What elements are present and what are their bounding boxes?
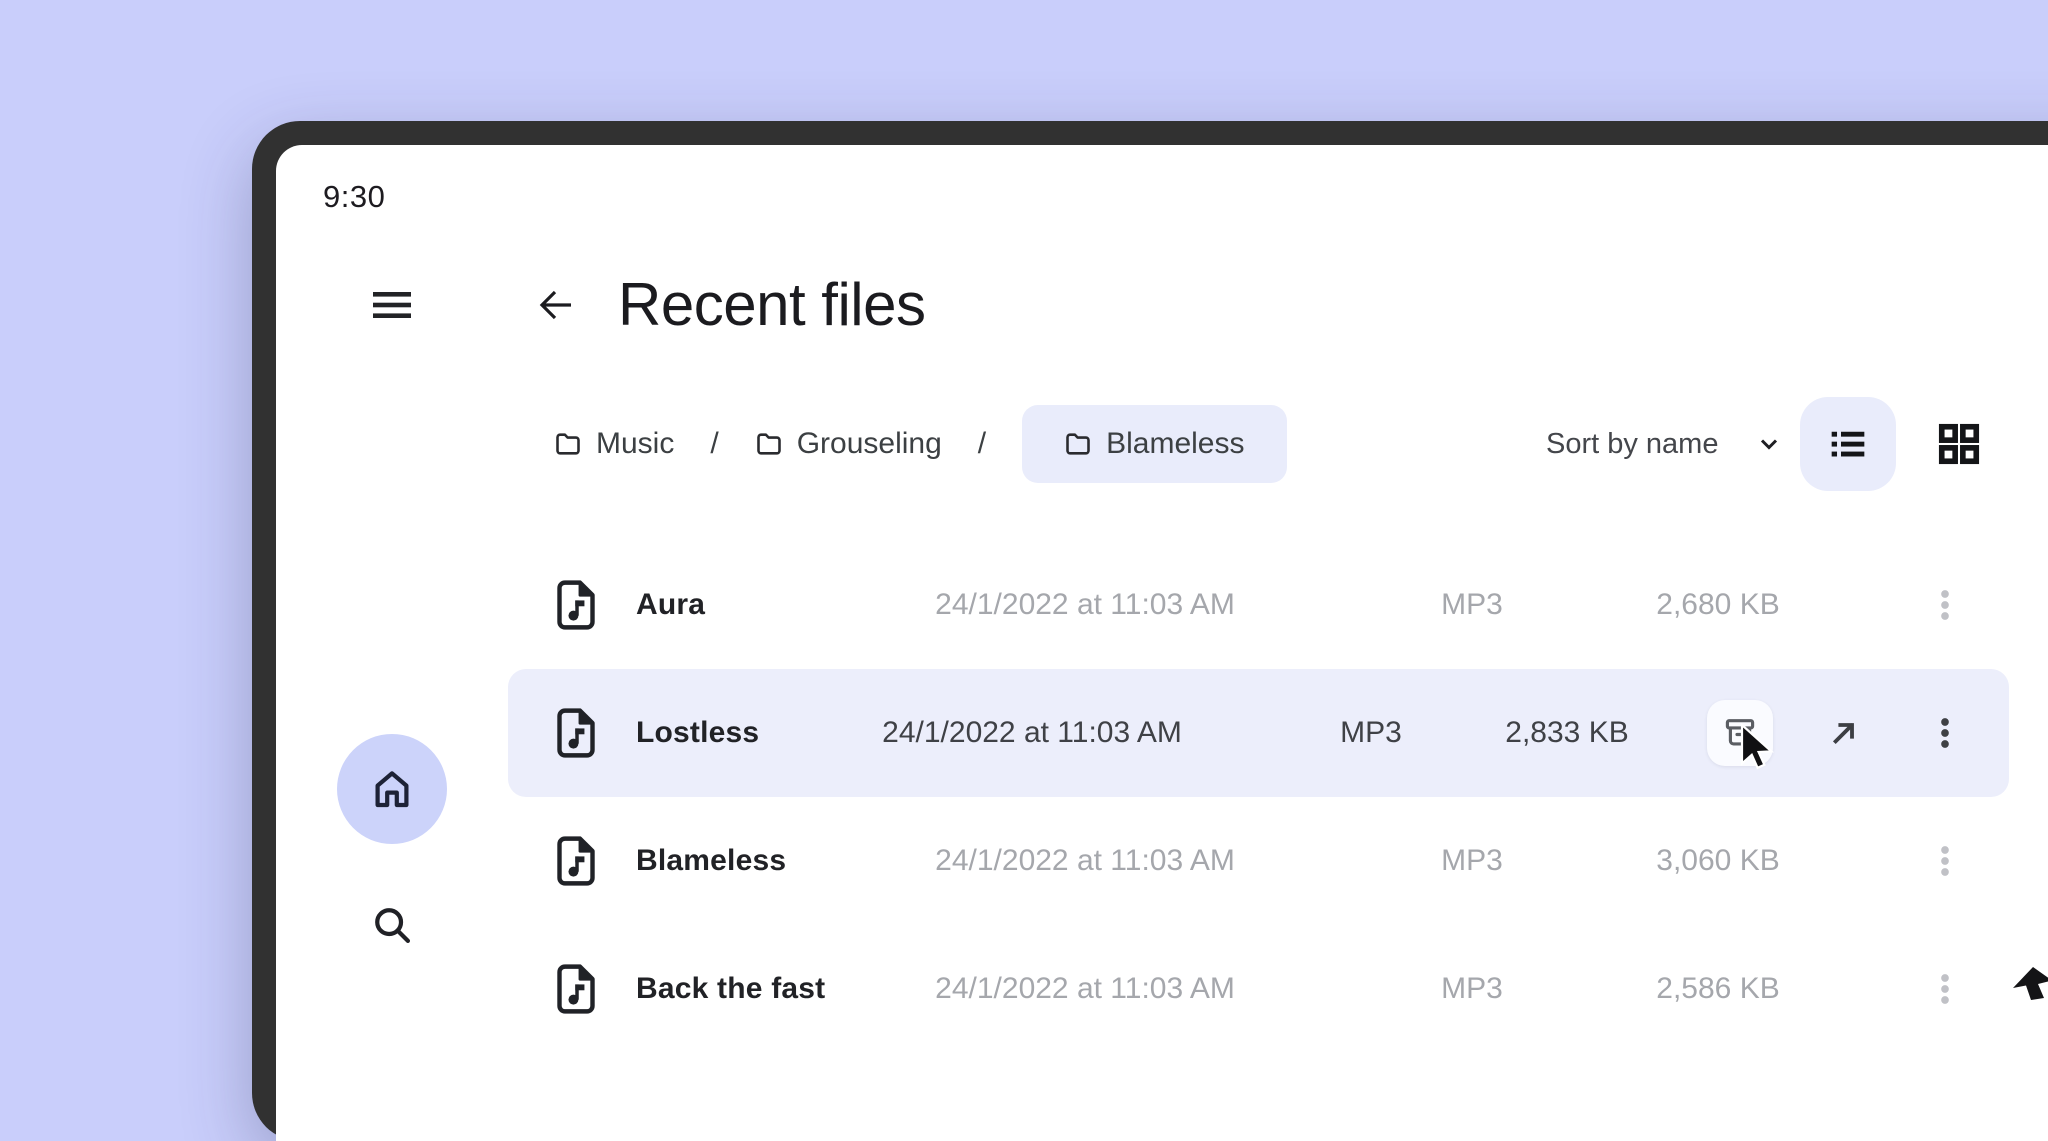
list-view-icon [1827,423,1869,465]
file-size: 2,680 KB [1656,588,1779,622]
file-date: 24/1/2022 at 11:03 AM [882,716,1182,750]
file-name: Back the fast [636,972,825,1006]
breadcrumb-label: Blameless [1106,427,1244,461]
file-type: MP3 [1441,844,1503,878]
file-size: 2,833 KB [1505,716,1628,750]
file-type: MP3 [1441,588,1503,622]
file-date: 24/1/2022 at 11:03 AM [935,972,1235,1006]
breadcrumb-label: Grouseling [797,427,942,461]
folder-icon [554,430,582,458]
status-bar-time: 9:30 [323,179,385,215]
rail-search-button[interactable] [369,902,415,948]
open-in-new-icon [1824,713,1864,753]
audio-file-icon [554,579,598,631]
file-name: Aura [636,588,705,622]
sort-label: Sort by name [1546,428,1718,461]
rail-home-button[interactable] [337,734,447,844]
audio-file-icon [554,835,598,887]
file-row-blameless[interactable]: Blameless 24/1/2022 at 11:03 AM MP3 3,06… [508,797,2009,925]
file-row-aura[interactable]: Aura 24/1/2022 at 11:03 AM MP3 2,680 KB [508,541,2009,669]
archive-icon [1722,715,1758,751]
file-row-back-the-fast[interactable]: Back the fast 24/1/2022 at 11:03 AM MP3 … [508,925,2009,1053]
audio-file-icon [554,963,598,1015]
grid-view-icon [1936,421,1982,467]
view-toggle-list-selected[interactable] [1800,397,1896,491]
file-size: 3,060 KB [1656,844,1779,878]
breadcrumb-separator: / [710,427,718,461]
file-date: 24/1/2022 at 11:03 AM [935,588,1235,622]
menu-button[interactable] [370,283,414,327]
hamburger-icon [371,290,413,320]
file-type: MP3 [1340,716,1402,750]
file-list: Aura 24/1/2022 at 11:03 AM MP3 2,680 KB [508,541,2009,1053]
page-title: Recent files [618,271,925,339]
folder-icon [1064,430,1092,458]
breadcrumb: Music / Grouseling / Blameless [554,405,1287,483]
app-screen: 9:30 Recent files [276,145,2048,1141]
chevron-down-icon [1754,429,1784,459]
search-icon [369,902,415,948]
folder-icon [755,430,783,458]
audio-file-icon [554,707,598,759]
file-date: 24/1/2022 at 11:03 AM [935,844,1235,878]
more-vertical-icon[interactable] [1923,583,1967,627]
more-vertical-icon[interactable] [1923,711,1967,755]
breadcrumb-item-music[interactable]: Music [554,427,674,461]
arrow-back-icon [532,281,580,329]
archive-button[interactable] [1707,700,1773,766]
sort-dropdown[interactable]: Sort by name [1546,405,1784,483]
breadcrumb-item-grouseling[interactable]: Grouseling [755,427,942,461]
breadcrumb-separator: / [978,427,986,461]
breadcrumb-item-blameless-current[interactable]: Blameless [1022,405,1286,483]
breadcrumb-label: Music [596,427,674,461]
more-vertical-icon[interactable] [1923,839,1967,883]
file-size: 2,586 KB [1656,972,1779,1006]
file-row-lostless-selected[interactable]: Lostless 24/1/2022 at 11:03 AM MP3 2,833… [508,669,2009,797]
file-name: Blameless [636,844,786,878]
file-type: MP3 [1441,972,1503,1006]
view-toggle-grid[interactable] [1931,416,1987,472]
open-in-new-button[interactable] [1822,711,1866,755]
back-button[interactable] [528,277,584,333]
file-name: Lostless [636,716,759,750]
tablet-frame: 9:30 Recent files [252,121,2048,1141]
more-vertical-icon[interactable] [1923,967,1967,1011]
home-icon [368,765,416,813]
